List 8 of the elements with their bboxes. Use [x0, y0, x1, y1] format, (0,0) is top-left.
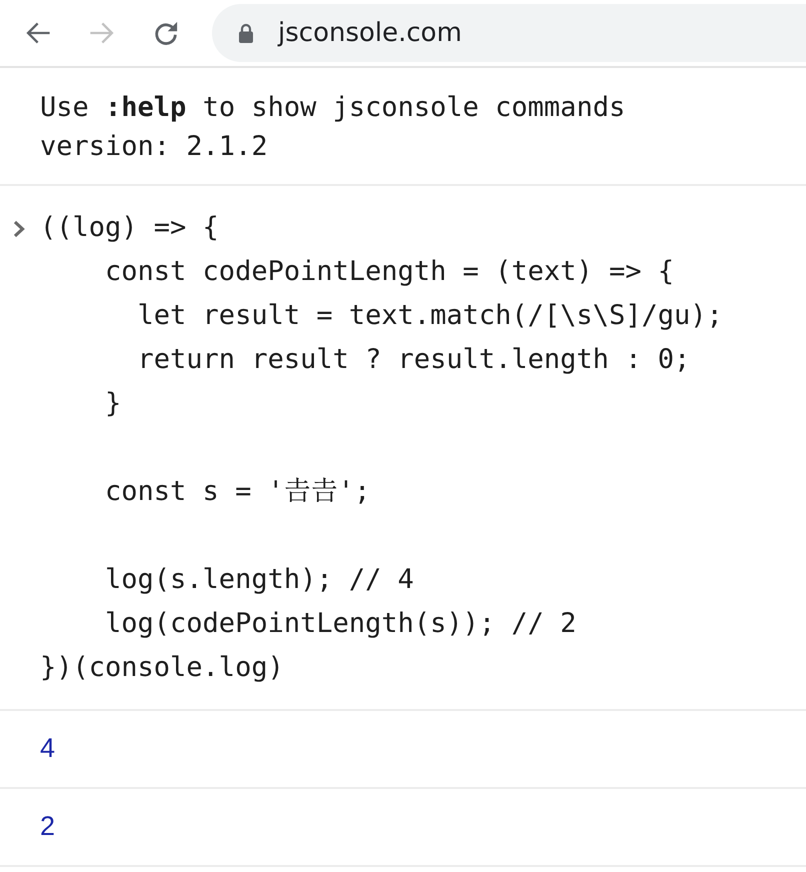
lock-icon: [238, 23, 254, 43]
output-value: 4: [40, 732, 56, 765]
banner-text: version: 2.1.2: [40, 130, 268, 164]
address-bar[interactable]: jsconsole.com: [212, 4, 806, 62]
banner-text: Use :help to show jsconsole commands: [40, 91, 626, 125]
prompt-chevron-icon: [12, 219, 26, 239]
code-text: ((log) => { const codePointLength = (text) => { let result = text.match(/[\s\S]/gu); return result ? result.length : 0; } const s = '𠮷𠮷'; log(s.length); // 4 log(codePointLength(s)); // 2 })(console.log): [40, 211, 723, 685]
output-value: 2: [40, 810, 56, 843]
